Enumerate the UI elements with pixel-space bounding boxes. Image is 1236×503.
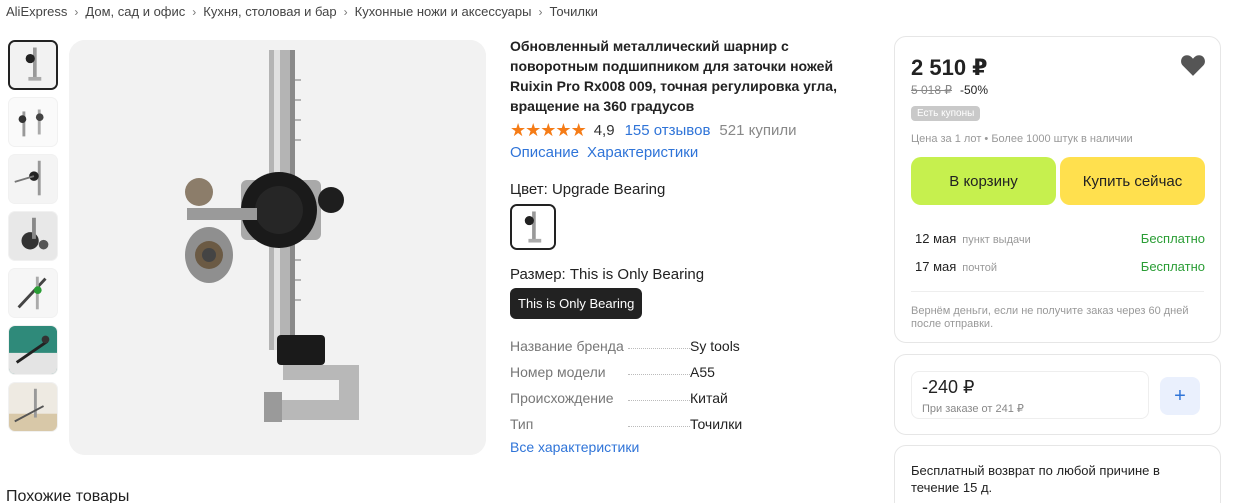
all-specs-link[interactable]: Все характеристики [510,439,860,455]
characteristics-link[interactable]: Характеристики [587,144,698,161]
star-icon: ★ [555,120,571,140]
thumbnail-list [8,40,58,439]
spec-dots [628,391,690,401]
delivery-method: пункт выдачи [962,234,1031,246]
star-icon: ★ [540,120,556,140]
spec-dots [628,339,690,349]
chevron-right-icon: › [74,4,79,19]
heart-icon[interactable] [1180,53,1206,77]
chevron-right-icon: › [343,4,348,19]
bought-count: 521 купили [719,121,797,139]
thumbnail-7[interactable] [8,382,58,432]
returns-card: Бесплатный возврат по любой причине в те… [894,445,1221,503]
old-price: 5 018 ₽ [911,83,952,97]
coupon-badge: Есть купоны [911,106,981,121]
rating-stars: ★ ★ ★ ★ ★ [510,120,587,140]
color-option-upgrade-bearing[interactable] [510,204,556,250]
breadcrumb-item-knives[interactable]: Кухонные ножи и аксессуары [355,4,532,19]
breadcrumb-item-sharpeners[interactable]: Точилки [549,4,597,19]
size-label: Размер: This is Only Bearing [510,266,705,283]
spec-list: Название бренда Sy tools Номер модели A5… [510,333,860,437]
rating-value: 4,9 [593,121,615,139]
thumbnail-4[interactable] [8,211,58,261]
similar-products-title: Похожие товары [6,488,130,503]
chevron-right-icon: › [192,4,197,19]
delivery-date: 12 мая [915,231,957,246]
buy-now-button[interactable]: Купить сейчас [1060,157,1205,205]
delivery-price: Бесплатно [1140,259,1205,274]
breadcrumb-item-kitchen[interactable]: Кухня, столовая и бар [203,4,336,19]
thumbnail-1[interactable] [8,40,58,90]
spec-row: Происхождение Китай [510,385,860,411]
coupon-amount: -240 ₽ [922,377,975,397]
delivery-option-post: 17 мая почтой Бесплатно [915,259,1205,274]
star-icon: ★ [570,120,587,140]
product-info: Обновленный металлический шарнир с повор… [510,36,860,455]
breadcrumb-item-home-garden[interactable]: Дом, сад и офис [85,4,185,19]
reviews-link[interactable]: 155 отзывов [625,122,711,139]
spec-dots [628,365,690,375]
star-icon: ★ [525,120,541,140]
breadcrumb: AliExpress › Дом, сад и офис › Кухня, ст… [6,4,598,19]
delivery-option-pickup: 12 мая пункт выдачи Бесплатно [915,231,1205,246]
chevron-right-icon: › [538,4,543,19]
size-option-bearing[interactable]: This is Only Bearing [510,288,643,319]
spec-dots [628,417,690,427]
spec-name: Номер модели [510,364,606,380]
spec-name: Тип [510,416,534,432]
section-links: Описание Характеристики [510,144,860,161]
spec-value: Точилки [690,416,743,432]
old-price-row: 5 018 ₽ -50% [911,83,988,97]
thumbnail-3[interactable] [8,154,58,204]
add-to-cart-button[interactable]: В корзину [911,157,1056,205]
rating-row: ★ ★ ★ ★ ★ 4,9 155 отзывов 521 купили [510,119,860,141]
spec-name: Название бренда [510,338,624,354]
divider [911,291,1204,292]
spec-row: Название бренда Sy tools [510,333,860,359]
star-icon: ★ [510,120,526,140]
discount-badge: -50% [960,83,989,97]
stock-info: Цена за 1 лот • Более 1000 штук в наличи… [911,133,1133,145]
current-price: 2 510 ₽ [911,55,988,80]
description-link[interactable]: Описание [510,144,579,161]
refund-note: Вернём деньги, если не получите заказ че… [911,305,1189,330]
plus-icon[interactable]: + [1160,377,1200,415]
product-title: Обновленный металлический шарнир с повор… [510,38,837,114]
coupon-card: -240 ₽ При заказе от 241 ₽ + [894,354,1221,435]
delivery-date: 17 мая [915,259,957,274]
returns-text: Бесплатный возврат по любой причине в те… [911,463,1160,495]
breadcrumb-item-aliexpress[interactable]: AliExpress [6,4,67,19]
thumbnail-2[interactable] [8,97,58,147]
color-label: Цвет: Upgrade Bearing [510,181,666,198]
coupon-info: -240 ₽ При заказе от 241 ₽ [911,371,1149,419]
thumbnail-5[interactable] [8,268,58,318]
spec-value: Sy tools [690,338,740,354]
spec-value: A55 [690,364,715,380]
spec-row: Тип Точилки [510,411,860,437]
product-main-image[interactable] [69,40,486,455]
buy-box: 2 510 ₽ 5 018 ₽ -50% Есть купоны Цена за… [894,36,1221,343]
spec-name: Происхождение [510,390,614,406]
coupon-condition: При заказе от 241 ₽ [922,403,1024,415]
delivery-price: Бесплатно [1140,231,1205,246]
delivery-method: почтой [962,262,998,274]
spec-row: Номер модели A55 [510,359,860,385]
spec-value: Китай [690,390,728,406]
thumbnail-6[interactable] [8,325,58,375]
